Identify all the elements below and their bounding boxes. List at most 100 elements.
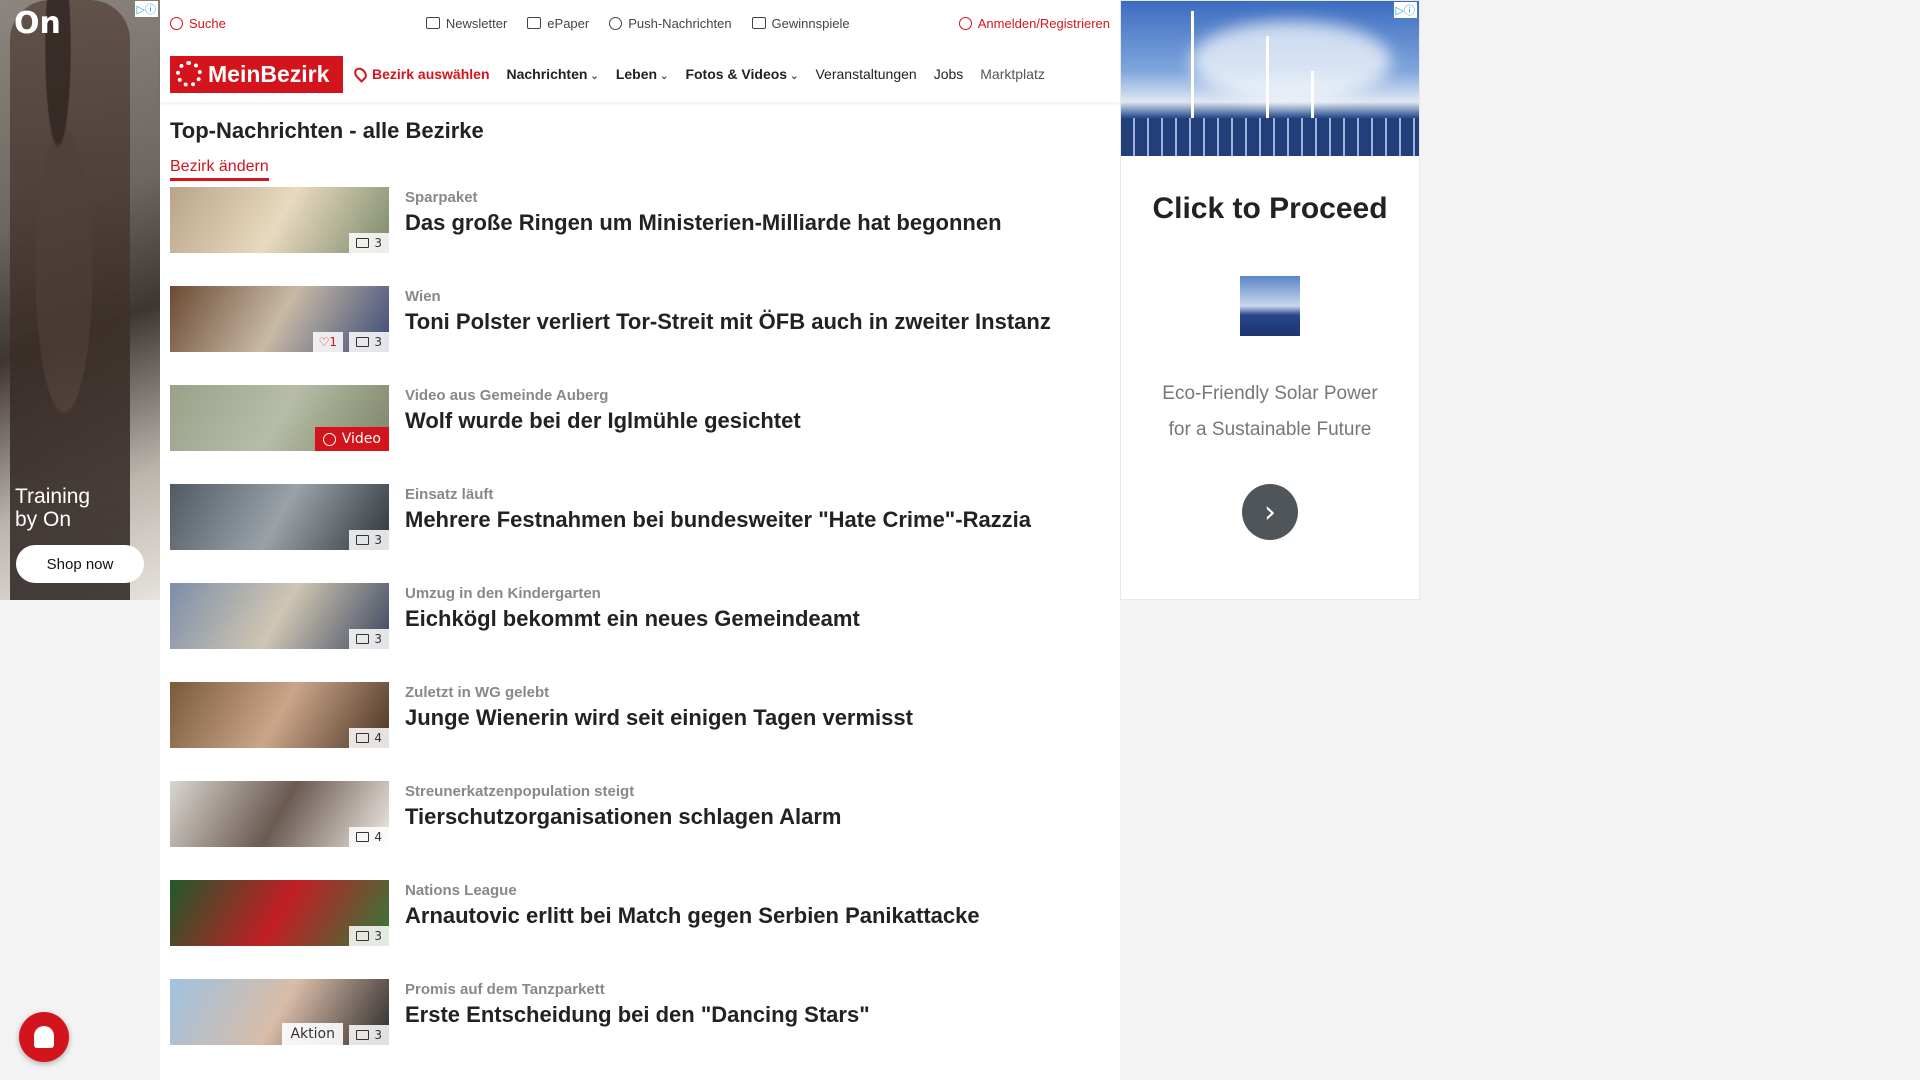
photo-count: 4 [374, 731, 382, 745]
article-headline[interactable]: Das große Ringen um Ministerien-Milliard… [405, 210, 1002, 236]
article-headline[interactable]: Eichkögl bekommt ein neues Gemeindeamt [405, 606, 860, 632]
ad-slogan-line1: Training [15, 485, 91, 508]
chevron-right-icon[interactable]: › [1242, 484, 1298, 540]
article-item[interactable]: 4 Zuletzt in WG gelebt Junge Wienerin wird… [160, 682, 1120, 781]
article-headline[interactable]: Tierschutzorganisationen schlagen Alarm [405, 804, 841, 830]
article-item[interactable]: 3 Einsatz läuft Mehrere Festnahmen bei bun… [160, 484, 1120, 583]
push-link[interactable]: Push-Nachrichten [609, 16, 732, 31]
article-thumbnail[interactable]: Video [170, 385, 389, 451]
article-kicker: Umzug in den Kindergarten [405, 585, 601, 602]
article-thumbnail[interactable]: 3 [170, 583, 389, 649]
search-icon [170, 16, 183, 30]
chevron-down-icon: ⌄ [590, 71, 599, 82]
ad-thumbnail [1240, 276, 1300, 336]
gewinnspiele-label: Gewinnspiele [771, 15, 850, 31]
change-bezirk-link[interactable]: Bezirk ändern [170, 158, 269, 181]
nav-item-leben[interactable]: Leben ⌄ [616, 66, 669, 82]
article-thumbnail[interactable]: 3 ♡1 [170, 286, 389, 352]
notification-bell-button[interactable] [19, 1012, 69, 1062]
brand-name: MeinBezirk [208, 60, 330, 87]
login-link[interactable]: Anmelden/Registrieren [958, 16, 1110, 31]
article-text: Sparpaket Das große Ringen um Ministerien… [405, 187, 1002, 286]
article-item[interactable]: 3 Umzug in den Kindergarten Eichkögl bekom… [160, 583, 1120, 682]
ad-cloud-shape [1191, 21, 1391, 101]
article-kicker: Streunerkatzenpopulation steigt [405, 783, 635, 800]
search-link[interactable]: Suche [170, 16, 226, 31]
nav-label: Nachrichten [506, 66, 588, 82]
brand-flower-icon [176, 61, 202, 87]
photo-count: 3 [374, 632, 382, 646]
article-headline[interactable]: Toni Polster verliert Tor-Streit mit ÖFB… [405, 309, 1051, 335]
right-ad-banner[interactable]: ▷ⓘ Click to Proceed Eco-Friendly Solar P… [1120, 0, 1420, 600]
article-headline[interactable]: Erste Entscheidung bei den "Dancing Star… [405, 1002, 870, 1028]
utility-bar: Suche Newsletter ePaper Push-Nachrichten… [160, 0, 1120, 46]
article-thumbnail[interactable]: 4 [170, 781, 389, 847]
turbine-tower [1191, 11, 1194, 121]
photo-count-badge: 4 [349, 827, 389, 847]
photo-count-badge: 3 [349, 1025, 389, 1045]
bezirk-select[interactable]: Bezirk auswählen [351, 65, 490, 83]
photo-count-badge: 3 [349, 530, 389, 550]
newsletter-label: Newsletter [445, 15, 508, 31]
article-headline[interactable]: Wolf wurde bei der Iglmühle gesichtet [405, 408, 801, 434]
ad-desc-line2: for a Sustainable Future [1168, 419, 1372, 440]
bell-icon [609, 16, 623, 30]
gallery-icon [356, 733, 370, 743]
nav-item-jobs[interactable]: Jobs [934, 66, 964, 82]
nav-item-fotos[interactable]: Fotos & Videos ⌄ [685, 66, 798, 82]
article-thumbnail[interactable]: 3 [170, 484, 389, 550]
nav-item-veranstaltungen[interactable]: Veranstaltungen [815, 66, 916, 82]
nav-menu: Bezirk auswählen Nachrichten ⌄ Leben ⌄ Fot… [351, 65, 1062, 83]
ad-description: Eco-Friendly Solar Power for a Sustainab… [1121, 376, 1419, 448]
nav-label: Fotos & Videos [685, 66, 788, 82]
article-item[interactable]: 3 Nations League Arnautovic erlitt bei Mat… [160, 880, 1120, 979]
article-kicker: Sparpaket [405, 189, 478, 206]
solar-panel-shape [1121, 118, 1419, 156]
epaper-link[interactable]: ePaper [527, 16, 589, 31]
gallery-icon [356, 634, 370, 644]
ad-slogan: Training by On [15, 485, 90, 531]
article-item[interactable]: 3 ♡1 Wien Toni Polster verliert Tor-Streit … [160, 286, 1120, 385]
article-item[interactable]: 3 Sparpaket Das große Ringen um Ministerie… [160, 187, 1120, 286]
article-text: Video aus Gemeinde Auberg Wolf wurde bei … [405, 385, 801, 484]
article-kicker: Nations League [405, 882, 517, 899]
article-text: Promis auf dem Tanzparkett Erste Entschei… [405, 979, 870, 1078]
chevron-down-icon: ⌄ [660, 71, 669, 82]
article-item[interactable]: 3 Aktion Promis auf dem Tanzparkett Erste E… [160, 979, 1120, 1078]
article-thumbnail[interactable]: 3 Aktion [170, 979, 389, 1045]
article-thumbnail[interactable]: 3 [170, 187, 389, 253]
utility-links: Newsletter ePaper Push-Nachrichten Gewin… [425, 15, 850, 31]
gewinnspiele-link[interactable]: Gewinnspiele [751, 15, 850, 31]
newspaper-icon [527, 17, 542, 29]
mail-icon [425, 17, 440, 29]
article-headline[interactable]: Arnautovic erlitt bei Match gegen Serbie… [405, 903, 980, 929]
shop-now-button[interactable]: Shop now [16, 545, 144, 583]
article-text: Einsatz läuft Mehrere Festnahmen bei bund… [405, 484, 1031, 583]
adchoices-icon[interactable]: ▷ⓘ [134, 1, 158, 17]
article-text: Streunerkatzenpopulation steigt Tierschut… [405, 781, 841, 880]
article-item[interactable]: 4 Streunerkatzenpopulation steigt Tierschu… [160, 781, 1120, 880]
article-list: 3 Sparpaket Das große Ringen um Ministerie… [160, 187, 1120, 1078]
turbine-tower [1266, 36, 1269, 121]
adchoices-icon[interactable]: ▷ⓘ [1393, 2, 1417, 18]
photo-count-badge: 3 [349, 629, 389, 649]
article-thumbnail[interactable]: 4 [170, 682, 389, 748]
article-thumbnail[interactable]: 3 [170, 880, 389, 946]
article-text: Zuletzt in WG gelebt Junge Wienerin wird … [405, 682, 913, 781]
nav-item-nachrichten[interactable]: Nachrichten ⌄ [507, 66, 599, 82]
page-title: Top-Nachrichten - alle Bezirke [170, 118, 484, 143]
video-badge: Video [314, 427, 389, 451]
gallery-icon [356, 832, 370, 842]
article-text: Umzug in den Kindergarten Eichkögl bekomm… [405, 583, 860, 682]
brand-logo[interactable]: MeinBezirk [170, 55, 343, 93]
article-text: Nations League Arnautovic erlitt bei Matc… [405, 880, 980, 979]
search-label: Suche [189, 15, 226, 31]
ad-title[interactable]: Click to Proceed [1121, 192, 1419, 226]
article-headline[interactable]: Mehrere Festnahmen bei bundesweiter "Hat… [405, 507, 1031, 533]
article-item[interactable]: Video Video aus Gemeinde Auberg Wolf wurde… [160, 385, 1120, 484]
left-ad-banner[interactable]: ▷ⓘ On Training by On Shop now [0, 0, 160, 600]
article-headline[interactable]: Junge Wienerin wird seit einigen Tagen v… [405, 705, 913, 731]
newsletter-link[interactable]: Newsletter [425, 15, 508, 31]
nav-item-marktplatz[interactable]: Marktplatz [980, 66, 1045, 82]
video-label: Video [341, 431, 381, 447]
